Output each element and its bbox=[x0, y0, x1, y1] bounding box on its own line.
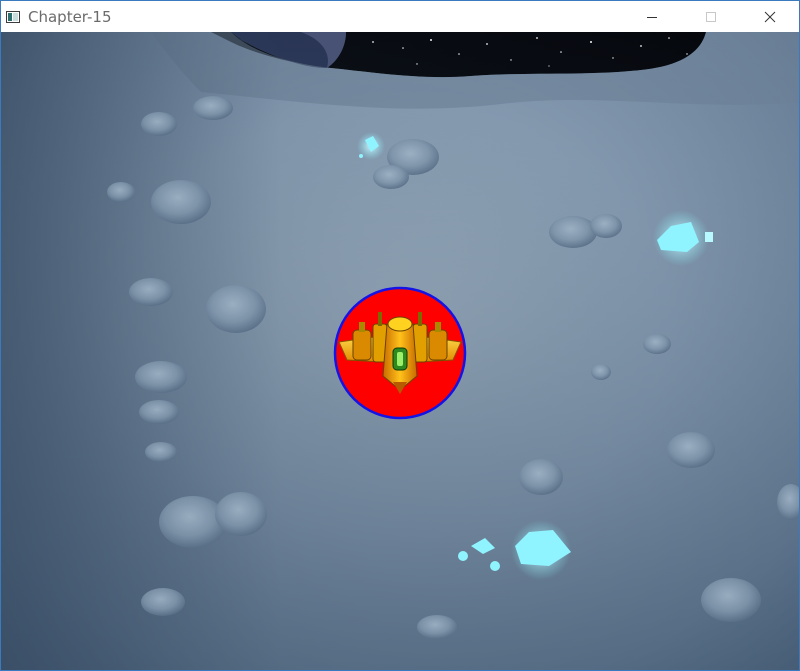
app-window: Chapter-15 bbox=[0, 0, 800, 671]
game-canvas[interactable] bbox=[1, 32, 799, 670]
minimize-button[interactable] bbox=[629, 1, 675, 32]
window-title: Chapter-15 bbox=[28, 8, 112, 26]
close-button[interactable] bbox=[747, 1, 793, 32]
maximize-icon bbox=[705, 11, 717, 23]
minimize-icon bbox=[646, 11, 658, 23]
maximize-button[interactable] bbox=[688, 1, 734, 32]
title-bar[interactable]: Chapter-15 bbox=[1, 1, 799, 32]
app-window-icon bbox=[6, 10, 20, 23]
close-icon bbox=[764, 11, 776, 23]
player-ship[interactable] bbox=[333, 286, 467, 420]
